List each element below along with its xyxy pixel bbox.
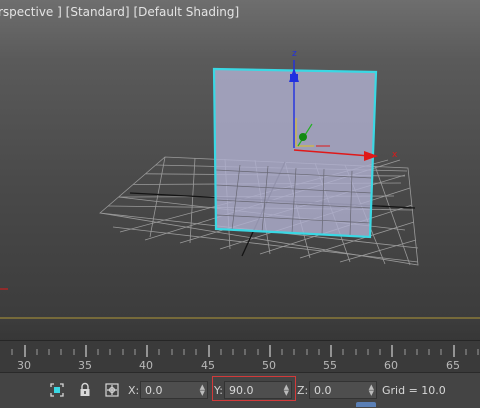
tick-label: 45 [201,359,215,372]
selected-plane[interactable] [214,69,376,237]
x-label: X: [128,384,140,397]
padlock-icon[interactable] [77,382,93,398]
absolute-offset-mode-icon[interactable] [104,382,120,398]
z-coordinate-field[interactable]: 0.0 ▲ ▼ [309,381,377,399]
viewport[interactable]: rspective ] [Standard] [Default Shading] [0,0,480,340]
tick-label: 65 [446,359,460,372]
tick-label: 60 [384,359,398,372]
grid-size-label: Grid = 10.0 [382,384,446,397]
gizmo-pivot[interactable] [299,133,307,141]
trackbar-ticks [11,345,479,357]
x-value: 0.0 [145,384,163,397]
x-spinner-icon[interactable]: ▲ ▼ [200,384,205,397]
add-time-tag-button[interactable] [356,402,376,407]
z-spinner-icon[interactable]: ▲ ▼ [369,384,374,397]
x-coordinate-field[interactable]: 0.0 ▲ ▼ [140,381,208,399]
tick-label: 30 [17,359,31,372]
gizmo-z-label: z [292,49,297,59]
selection-lock-icon[interactable] [49,382,65,398]
trackbar[interactable]: 30 35 40 45 50 55 60 65 [0,340,480,373]
y-field-highlight [212,376,296,401]
scene: z x [0,49,480,319]
tick-label: 50 [262,359,276,372]
tick-label: 40 [139,359,153,372]
tick-label: 55 [323,359,337,372]
gizmo-x-label: x [392,150,398,160]
tick-label: 35 [78,359,92,372]
z-label: Z: [297,384,309,397]
gizmo-z-handle[interactable] [290,74,298,80]
z-value: 0.0 [314,384,332,397]
